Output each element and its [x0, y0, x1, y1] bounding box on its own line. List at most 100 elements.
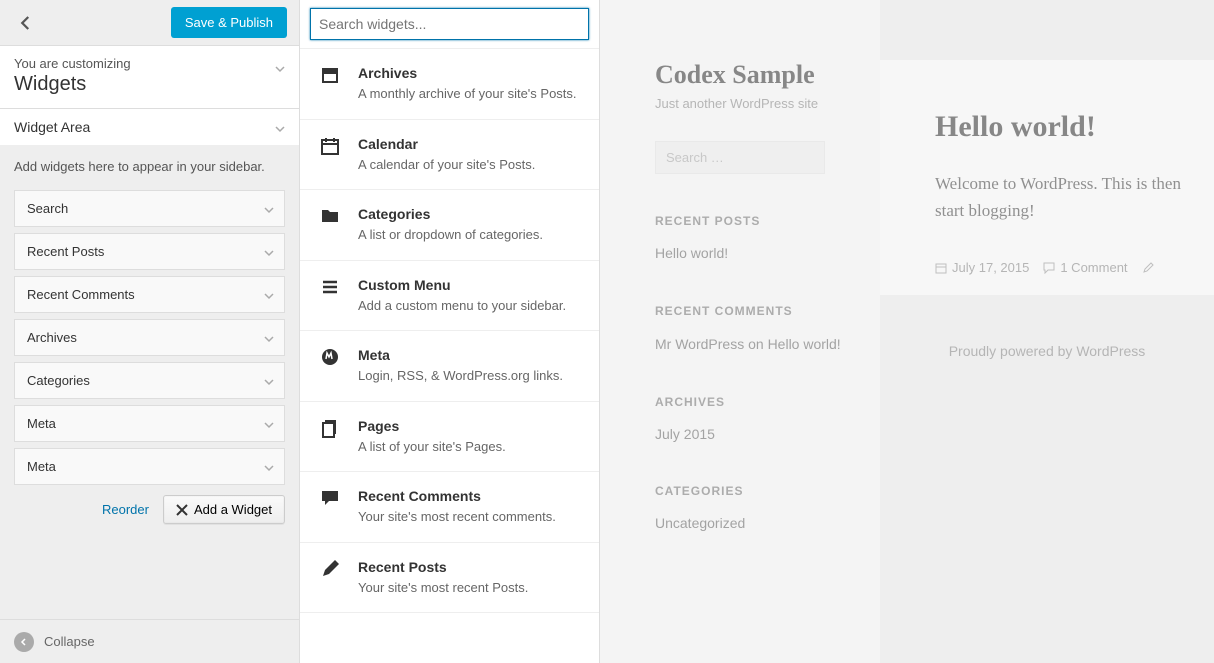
customizer-panel: Save & Publish You are customizing Widge…	[0, 0, 300, 663]
edit-icon[interactable]	[1142, 262, 1154, 274]
recent-comments-heading: RECENT COMMENTS	[655, 304, 880, 318]
back-button[interactable]	[12, 9, 40, 37]
add-widget-button[interactable]: Add a Widget	[163, 495, 285, 524]
collapse-button[interactable]: Collapse	[0, 619, 299, 663]
configured-widget-item[interactable]: Recent Posts	[14, 233, 285, 270]
site-title: Codex Sample	[655, 60, 880, 90]
customizer-topbar: Save & Publish	[0, 0, 299, 46]
calendar-icon	[318, 136, 342, 174]
archive-link[interactable]: July 2015	[655, 425, 880, 445]
post-title[interactable]: Hello world!	[935, 110, 1214, 144]
available-widget-title: Recent Posts	[358, 559, 528, 575]
customizer-body: Add widgets here to appear in your sideb…	[0, 146, 299, 619]
preview-sidebar: Codex Sample Just another WordPress site…	[600, 0, 880, 663]
configured-widget-label: Archives	[27, 330, 77, 345]
save-publish-button[interactable]: Save & Publish	[171, 7, 287, 38]
widget-search-wrap	[300, 0, 599, 49]
available-widget-desc: A calendar of your site's Posts.	[358, 156, 535, 174]
widget-actions: Reorder Add a Widget	[14, 495, 285, 524]
configured-widget-label: Search	[27, 201, 68, 216]
available-widget-title: Calendar	[358, 136, 535, 152]
site-tagline: Just another WordPress site	[655, 96, 880, 111]
post-card: Hello world! Welcome to WordPress. This …	[880, 60, 1214, 295]
add-widget-label: Add a Widget	[194, 502, 272, 517]
available-widget-title: Categories	[358, 206, 543, 222]
chevron-down-icon	[264, 461, 274, 476]
available-widget-desc: Add a custom menu to your sidebar.	[358, 297, 566, 315]
configured-widget-item[interactable]: Meta	[14, 405, 285, 442]
available-widget-item[interactable]: Meta Login, RSS, & WordPress.org links.	[300, 331, 599, 402]
available-widget-title: Pages	[358, 418, 506, 434]
folder-icon	[318, 206, 342, 244]
preview-main: Hello world! Welcome to WordPress. This …	[880, 0, 1214, 663]
available-widget-item[interactable]: Recent Posts Your site's most recent Post…	[300, 543, 599, 614]
available-widget-title: Archives	[358, 65, 577, 81]
recent-comment-item: Mr WordPress on Hello world!	[655, 334, 880, 355]
available-widgets-list[interactable]: ArchivesA monthly archive of your site's…	[300, 49, 599, 663]
preview-search-box[interactable]: Search …	[655, 141, 825, 174]
chevron-down-icon	[264, 289, 274, 304]
available-widget-desc: A list or dropdown of categories.	[358, 226, 543, 244]
close-icon	[176, 504, 188, 516]
section-widget-area[interactable]: Widget Area	[0, 109, 299, 146]
context-title: Widgets	[14, 73, 285, 96]
post-date: July 17, 2015	[935, 260, 1029, 275]
available-widget-item[interactable]: Pages A list of your site's Pages.	[300, 402, 599, 473]
available-widget-desc: Your site's most recent comments.	[358, 508, 556, 526]
available-widget-item[interactable]: Recent Comments Your site's most recent c…	[300, 472, 599, 543]
customizer-context[interactable]: You are customizing Widgets	[0, 46, 299, 109]
preview-pane: Codex Sample Just another WordPress site…	[600, 0, 1214, 663]
available-widget-item[interactable]: Calendar A calendar of your site's Posts.	[300, 120, 599, 191]
wordpress-icon	[318, 347, 342, 385]
menu-icon	[318, 277, 342, 315]
available-widget-item[interactable]: Categories A list or dropdown of categori…	[300, 190, 599, 261]
configured-widget-item[interactable]: Search	[14, 190, 285, 227]
context-pretext: You are customizing	[14, 56, 131, 71]
pin-icon	[318, 559, 342, 597]
calendar-icon	[935, 262, 947, 274]
configured-widget-label: Recent Comments	[27, 287, 135, 302]
chevron-down-icon	[264, 375, 274, 390]
pages-icon	[318, 418, 342, 456]
category-link[interactable]: Uncategorized	[655, 514, 880, 534]
post-comments[interactable]: 1 Comment	[1043, 260, 1127, 275]
available-widget-item[interactable]: ArchivesA monthly archive of your site's…	[300, 49, 599, 120]
chevron-down-icon	[275, 62, 285, 77]
configured-widget-item[interactable]: Meta	[14, 448, 285, 485]
available-widget-item[interactable]: Custom Menu Add a custom menu to your sid…	[300, 261, 599, 332]
comment-author-link[interactable]: Mr WordPress	[655, 336, 744, 352]
comment-icon	[1043, 262, 1055, 274]
help-text: Add widgets here to appear in your sideb…	[14, 158, 285, 176]
section-title: Widget Area	[14, 119, 90, 135]
available-widgets-panel: ArchivesA monthly archive of your site's…	[300, 0, 600, 663]
widget-search-input[interactable]	[310, 8, 589, 40]
categories-heading: CATEGORIES	[655, 484, 880, 498]
available-widget-desc: Login, RSS, & WordPress.org links.	[358, 367, 563, 385]
chevron-down-icon	[264, 203, 274, 218]
chevron-left-icon	[17, 14, 35, 32]
configured-widget-item[interactable]: Categories	[14, 362, 285, 399]
available-widget-desc: A list of your site's Pages.	[358, 438, 506, 456]
post-meta: July 17, 2015 1 Comment	[935, 260, 1214, 275]
available-widget-title: Recent Comments	[358, 488, 556, 504]
comment-post-link[interactable]: Hello world!	[768, 336, 841, 352]
configured-widget-item[interactable]: Recent Comments	[14, 276, 285, 313]
configured-widget-label: Meta	[27, 416, 56, 431]
collapse-label: Collapse	[44, 634, 95, 649]
available-widget-desc: Your site's most recent Posts.	[358, 579, 528, 597]
reorder-link[interactable]: Reorder	[102, 502, 149, 517]
configured-widget-item[interactable]: Archives	[14, 319, 285, 356]
archives-heading: ARCHIVES	[655, 395, 880, 409]
recent-post-link[interactable]: Hello world!	[655, 244, 880, 264]
chevron-down-icon	[264, 332, 274, 347]
configured-widget-label: Categories	[27, 373, 90, 388]
chevron-down-icon	[264, 418, 274, 433]
configured-widget-label: Meta	[27, 459, 56, 474]
configured-widget-label: Recent Posts	[27, 244, 104, 259]
recent-posts-heading: RECENT POSTS	[655, 214, 880, 228]
available-widget-title: Meta	[358, 347, 563, 363]
chevron-down-icon	[264, 246, 274, 261]
available-widget-title: Custom Menu	[358, 277, 566, 293]
comment-icon	[318, 488, 342, 526]
collapse-icon	[14, 632, 34, 652]
